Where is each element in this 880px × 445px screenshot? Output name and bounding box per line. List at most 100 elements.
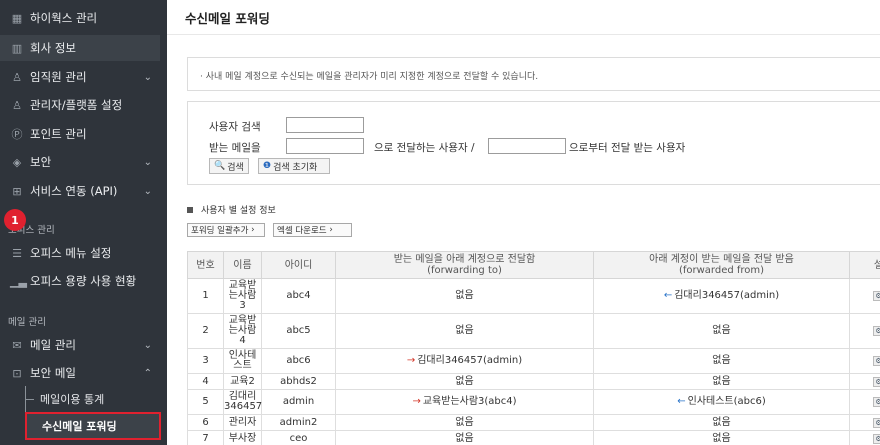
- row-number-text: 5: [202, 396, 209, 407]
- column-header: 아이디: [261, 251, 336, 279]
- sidebar-item-api[interactable]: ⊞ 서비스 연동 (API) ⌄: [0, 178, 160, 204]
- forwarding-to-text: 없음: [455, 416, 474, 428]
- search-panel: 사용자 검색 받는 메일을 으로 전달하는 사용자 / 으로부터 전달 받는 사…: [187, 101, 880, 185]
- forward-from-label: 으로부터 전달 받는 사용자: [569, 142, 686, 154]
- excel-download-button[interactable]: 엑셀 다운로드 ›: [273, 223, 352, 237]
- table-row[interactable]: 1 교육받 는사람 3 abc4 없음 ← 김대리346457(admin) ⚙: [187, 278, 880, 314]
- notice-text: · 사내 메일 계정으로 수신되는 메일을 관리자가 미리 지정한 계정으로 전…: [200, 72, 539, 82]
- table-row[interactable]: 3 인사테 스트 abc6 → 김대리346457(admin) 없음 ⚙: [187, 348, 880, 374]
- caret-icon: ›: [248, 225, 255, 235]
- settings-cell: ⚙: [849, 414, 880, 431]
- reset-search-button[interactable]: ❶ 검색 초기화: [258, 158, 330, 174]
- gear-icon[interactable]: ⚙: [873, 291, 880, 301]
- search-button[interactable]: 🔍 검색: [209, 158, 249, 174]
- main-content: 수신메일 포워딩 · 사내 메일 계정으로 수신되는 메일을 관리자가 미리 지…: [167, 0, 880, 445]
- chevron-up-icon: ⌃: [143, 367, 152, 379]
- sidebar-item-mail-forwarding[interactable]: 수신메일 포워딩: [25, 412, 161, 440]
- mail-icon: ✉: [12, 338, 22, 352]
- settings-cell: ⚙: [849, 373, 880, 390]
- sidebar-item-mail-stats[interactable]: 메일이용 통계: [25, 387, 161, 411]
- sidebar-item-company[interactable]: ▥ 회사 정보: [0, 35, 160, 61]
- info-icon: ❶: [263, 161, 272, 171]
- row-name: 관리자: [223, 414, 262, 431]
- chevron-down-icon: ⌄: [143, 339, 152, 351]
- column-header: 받는 메일을 아래 계정으로 전달함 (forwarding to): [335, 251, 594, 279]
- forwarded-from-text: 인사테스트(abc6): [687, 396, 766, 407]
- bulk-add-forwarding-button[interactable]: 포워딩 일괄추가 ›: [187, 223, 265, 237]
- sidebar-item-label: 임직원 관리: [30, 70, 87, 84]
- table-row[interactable]: 2 교육받 는사람 4 abc5 없음 없음 ⚙: [187, 313, 880, 349]
- row-id-text: abc6: [286, 355, 311, 366]
- forward-from-input[interactable]: [488, 138, 566, 154]
- forwarded-from-text: 김대리346457(admin): [674, 290, 780, 301]
- section-title: 사용자 별 설정 정보: [201, 206, 276, 216]
- step-badge: 1: [4, 209, 26, 231]
- chevron-down-icon: ⌄: [143, 185, 152, 197]
- row-name-text: 부사장: [228, 432, 257, 444]
- row-name-text: 교육받 는사람 4: [228, 315, 257, 346]
- sidebar-item-hiworks[interactable]: ▦ 하이웍스 관리: [0, 5, 160, 31]
- gear-icon[interactable]: ⚙: [873, 433, 880, 444]
- forwarding-to-text: 없음: [455, 290, 474, 301]
- table-row[interactable]: 5 김대리 346457 admin → 교육받는사람3(abc4) ← 인사테스트(abc…: [187, 389, 880, 415]
- forwarded-from-text: 없음: [712, 432, 731, 444]
- receive-mail-label: 받는 메일을: [209, 142, 261, 154]
- table-row[interactable]: 6 관리자 admin2 없음 없음 ⚙: [187, 414, 880, 431]
- table-row[interactable]: 4 교육2 abhds2 없음 없음 ⚙: [187, 373, 880, 390]
- column-header: 이름: [223, 251, 262, 279]
- forwarding-to-text: 없음: [455, 325, 474, 336]
- forwarding-to-cell: → 김대리346457(admin): [335, 348, 594, 374]
- bulk-add-label: 포워딩 일괄추가: [191, 226, 249, 236]
- gear-icon[interactable]: ⚙: [873, 326, 880, 336]
- forwarded-from-cell: ← 김대리346457(admin): [593, 278, 850, 314]
- sidebar-item-label: 보안: [30, 155, 52, 169]
- settings-cell: ⚙: [849, 389, 880, 415]
- gear-icon[interactable]: ⚙: [873, 356, 880, 366]
- row-id-text: admin2: [279, 416, 318, 428]
- mail-section-label: 메일 관리: [8, 317, 46, 328]
- table-row[interactable]: 7 부사장 ceo 없음 없음 ⚙: [187, 430, 880, 445]
- sidebar-item-admin-platform[interactable]: ♙ 관리자/플랫폼 설정: [0, 92, 160, 118]
- forwarded-from-text: 없음: [712, 375, 731, 387]
- row-id-text: abc4: [286, 290, 311, 301]
- forwarding-to-cell: 없음: [335, 414, 594, 431]
- bullet-icon: [187, 206, 193, 213]
- arrow-right-icon: →: [412, 396, 421, 407]
- column-header: 설: [849, 251, 880, 279]
- notice-box: · 사내 메일 계정으로 수신되는 메일을 관리자가 미리 지정한 계정으로 전…: [187, 57, 880, 91]
- gear-icon[interactable]: ⚙: [873, 397, 880, 407]
- settings-cell: ⚙: [849, 278, 880, 314]
- chevron-down-icon: ⌄: [143, 156, 152, 168]
- gear-icon[interactable]: ⚙: [873, 376, 880, 387]
- column-header: 번호: [187, 251, 224, 279]
- sidebar-item-office-menu[interactable]: ☰ 오피스 메뉴 설정: [0, 240, 160, 266]
- page-title: 수신메일 포워딩: [185, 11, 270, 26]
- forwarded-from-text: 없음: [712, 416, 731, 428]
- reset-button-label: 검색 초기화: [273, 162, 318, 173]
- user-search-input[interactable]: [286, 117, 364, 133]
- sidebar-item-security[interactable]: ◈ 보안 ⌄: [0, 149, 160, 175]
- forward-to-input[interactable]: [286, 138, 364, 154]
- row-name: 김대리 346457: [223, 389, 262, 415]
- sidebar-item-secure-mail[interactable]: ⊡ 보안 메일 ⌃: [0, 360, 160, 386]
- user-icon: ♙: [12, 70, 22, 84]
- shield-icon: ◈: [12, 155, 22, 169]
- forward-to-label: 으로 전달하는 사용자 /: [374, 142, 475, 154]
- sidebar-item-employees[interactable]: ♙ 임직원 관리 ⌄: [0, 64, 160, 90]
- sidebar-item-label: 수신메일 포워딩: [42, 420, 117, 433]
- sidebar-item-mail[interactable]: ✉ 메일 관리 ⌄: [0, 332, 160, 358]
- forwarded-from-cell: ← 인사테스트(abc6): [593, 389, 850, 415]
- arrow-left-icon: ←: [663, 290, 673, 301]
- row-id-text: admin: [282, 396, 315, 407]
- gear-icon[interactable]: ⚙: [873, 417, 880, 428]
- settings-cell: ⚙: [849, 430, 880, 445]
- sidebar-item-office-usage[interactable]: ▁▃ 오피스 용량 사용 현황: [0, 268, 160, 294]
- chart-icon: ▁▃: [10, 274, 27, 288]
- forwarded-from-text: 없음: [712, 325, 731, 336]
- row-id: abc4: [261, 278, 336, 314]
- sidebar-item-points[interactable]: Ⓟ 포인트 관리: [0, 121, 160, 147]
- chevron-down-icon: ⌄: [143, 71, 152, 83]
- sidebar-item-label: 관리자/플랫폼 설정: [30, 98, 123, 112]
- row-number-text: 6: [202, 416, 209, 428]
- caret-icon: ›: [326, 225, 333, 235]
